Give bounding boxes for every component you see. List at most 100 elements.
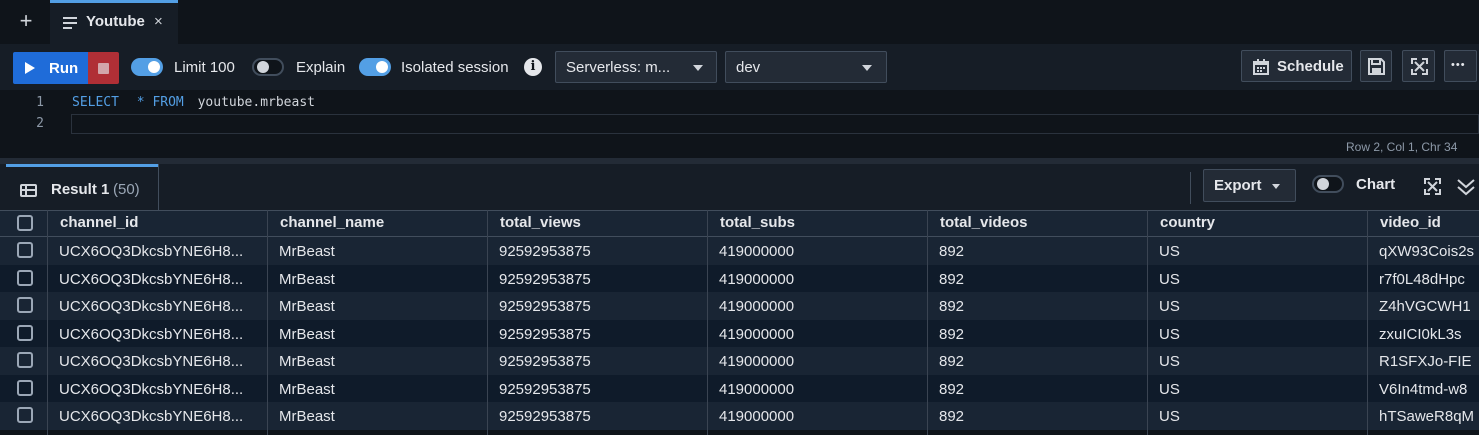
more-icon: ••• [1451, 59, 1466, 71]
save-button[interactable] [1360, 50, 1392, 82]
schedule-label: Schedule [1277, 58, 1344, 75]
column-separator[interactable] [267, 210, 268, 435]
table-row[interactable]: UCX6OQ3DkcsbYNE6H8... MrBeast 92592953875 4… [0, 319, 1479, 347]
toggle-knob [148, 61, 160, 73]
chart-toggle[interactable] [1312, 175, 1344, 193]
limit-toggle[interactable] [131, 58, 163, 76]
calendar-icon [1253, 59, 1269, 75]
cell-country: US [1159, 270, 1180, 288]
cell-channel-id: UCX6OQ3DkcsbYNE6H8... [59, 325, 243, 343]
table-row[interactable]: UCX6OQ3DkcsbYNE6H8... MrBeast 92592953875 4… [0, 264, 1479, 292]
column-header-video-id[interactable]: video_id [1380, 214, 1441, 231]
row-checkbox[interactable] [17, 297, 33, 313]
column-header-total-views[interactable]: total_views [500, 214, 581, 231]
cell-channel-name: MrBeast [279, 298, 335, 315]
row-checkbox[interactable] [17, 242, 33, 258]
column-separator[interactable] [1367, 210, 1368, 435]
keyword-select: SELECT [72, 95, 119, 110]
cell-total-views: 92592953875 [499, 298, 591, 315]
toggle-knob [1317, 178, 1329, 190]
play-icon [25, 62, 35, 74]
more-actions-button[interactable]: ••• [1444, 50, 1477, 82]
run-label: Run [49, 60, 79, 77]
explain-toggle[interactable] [252, 58, 284, 76]
cell-video-id: zxuICI0kL3s [1379, 325, 1462, 343]
table-header-row: channel_id channel_name total_views total_s… [0, 210, 1479, 237]
column-header-channel-id[interactable]: channel_id [60, 214, 138, 231]
export-button[interactable]: Export [1203, 169, 1296, 202]
cell-channel-id: UCX6OQ3DkcsbYNE6H8... [59, 243, 243, 260]
column-header-total-videos[interactable]: total_videos [940, 214, 1028, 231]
close-tab-icon[interactable]: × [154, 13, 163, 30]
cell-total-subs: 419000000 [719, 298, 795, 315]
row-checkbox[interactable] [17, 269, 33, 286]
toggle-knob [376, 61, 388, 73]
divider [158, 164, 159, 210]
database-select[interactable]: dev [725, 51, 887, 83]
cell-channel-id: UCX6OQ3DkcsbYNE6H8... [59, 353, 243, 370]
isolated-session-toggle[interactable] [359, 58, 391, 76]
cell-total-views: 92592953875 [499, 270, 591, 288]
row-checkbox[interactable] [17, 324, 33, 341]
query-tab-icon [63, 17, 77, 29]
cell-total-views: 92592953875 [499, 408, 591, 425]
cell-country: US [1159, 408, 1180, 425]
results-table: channel_id channel_name total_views total_s… [0, 210, 1479, 435]
column-header-country[interactable]: country [1160, 214, 1215, 231]
tab-youtube[interactable]: Youtube × [50, 0, 178, 44]
expand-results-icon[interactable] [1424, 178, 1441, 195]
keyword-from: FROM [152, 95, 184, 110]
column-separator[interactable] [707, 210, 708, 435]
cell-total-subs: 419000000 [719, 325, 795, 343]
cell-total-subs: 419000000 [719, 270, 795, 288]
column-separator[interactable] [487, 210, 488, 435]
sql-editor[interactable]: 1 SELECT * FROM youtube.mrbeast 2 Row 2,… [0, 90, 1479, 158]
row-checkbox[interactable] [17, 407, 33, 423]
select-all-checkbox[interactable] [17, 215, 33, 231]
cursor-status: Row 2, Col 1, Chr 34 [1346, 140, 1458, 154]
info-icon[interactable]: i [524, 58, 542, 76]
table-row[interactable]: UCX6OQ3DkcsbYNE6H8... MrBeast 92592953875 4… [0, 347, 1479, 375]
stop-button[interactable] [88, 52, 119, 84]
cell-channel-name: MrBeast [279, 408, 335, 425]
expand-icon [1411, 58, 1428, 75]
cell-total-videos: 892 [939, 353, 965, 370]
fullscreen-button[interactable] [1402, 50, 1435, 82]
cell-channel-id: UCX6OQ3DkcsbYNE6H8... [59, 380, 243, 398]
cell-total-views: 92592953875 [499, 243, 591, 260]
workgroup-value: Serverless: m... [566, 59, 671, 76]
cell-country: US [1159, 353, 1180, 370]
stop-icon [98, 63, 109, 74]
row-checkbox[interactable] [17, 352, 33, 368]
limit-label: Limit 100 [174, 59, 235, 76]
cell-channel-name: MrBeast [279, 325, 335, 343]
table-row[interactable]: UCX6OQ3DkcsbYNE6H8... MrBeast 92592953875 4… [0, 374, 1479, 402]
cell-total-subs: 419000000 [719, 380, 795, 398]
table-row[interactable]: UCX6OQ3DkcsbYNE6H8... MrBeast 92592953875 4… [0, 402, 1479, 430]
collapse-chevrons-icon[interactable] [1456, 177, 1476, 197]
result-tab-label: Result 1 [51, 181, 110, 198]
column-header-channel-name[interactable]: channel_name [280, 214, 384, 231]
column-separator[interactable] [927, 210, 928, 435]
line-number: 2 [36, 116, 44, 131]
cell-channel-id: UCX6OQ3DkcsbYNE6H8... [59, 408, 243, 425]
tab-result-1[interactable]: Result 1 (50) [6, 164, 159, 210]
cell-total-views: 92592953875 [499, 380, 591, 398]
new-tab-plus-icon[interactable]: + [14, 10, 38, 34]
keyword-star: * [136, 95, 145, 110]
schedule-button[interactable]: Schedule [1241, 50, 1352, 82]
column-separator[interactable] [1147, 210, 1148, 435]
table-row[interactable]: UCX6OQ3DkcsbYNE6H8... MrBeast 92592953875 4… [0, 292, 1479, 320]
table-icon [20, 184, 37, 197]
column-header-total-subs[interactable]: total_subs [720, 214, 795, 231]
row-checkbox[interactable] [17, 379, 33, 396]
cell-country: US [1159, 243, 1180, 260]
cell-video-id: qXW93Cois2s [1379, 243, 1475, 260]
table-row[interactable]: UCX6OQ3DkcsbYNE6H8... MrBeast 92592953875 4… [0, 237, 1479, 265]
cell-total-subs: 419000000 [719, 408, 795, 425]
cell-total-videos: 892 [939, 243, 965, 260]
caret-down-icon [1272, 184, 1280, 189]
column-separator[interactable] [47, 210, 48, 435]
run-button[interactable]: Run [13, 52, 88, 84]
workgroup-select[interactable]: Serverless: m... [555, 51, 717, 83]
